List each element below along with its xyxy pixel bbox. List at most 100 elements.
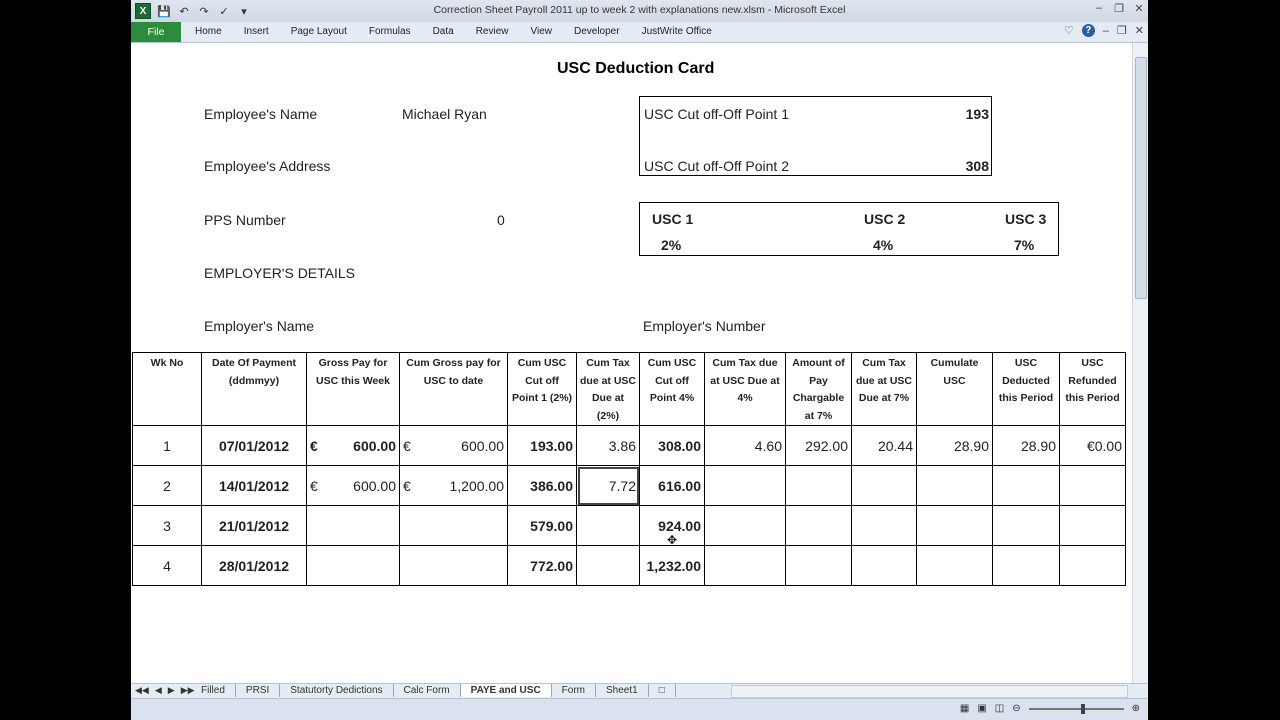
- header-deducted[interactable]: USC Deducted this Period: [992, 352, 1060, 426]
- header-gross-pay[interactable]: Gross Pay for USC this Week: [306, 352, 400, 426]
- cell-wk[interactable]: 2: [132, 465, 202, 506]
- cell-cut4[interactable]: 616.00: [639, 465, 705, 506]
- sheet-tab-calc-form[interactable]: Calc Form: [394, 684, 461, 697]
- cell-refunded[interactable]: [1059, 545, 1126, 586]
- cell-tax2-selected[interactable]: 7.72: [576, 465, 640, 506]
- cell-cum-usc[interactable]: 28.90: [916, 425, 993, 466]
- cell-cum-usc[interactable]: [916, 465, 993, 506]
- tab-page-layout[interactable]: Page Layout: [291, 22, 347, 42]
- cell-tax4[interactable]: 4.60: [704, 425, 786, 466]
- cell-date[interactable]: 07/01/2012: [201, 425, 307, 466]
- cell-cum-gross[interactable]: €1,200.00: [399, 465, 508, 506]
- help-icon[interactable]: ?: [1081, 24, 1095, 37]
- cell-tax7[interactable]: [851, 545, 917, 586]
- cell-deducted[interactable]: 28.90: [992, 425, 1060, 466]
- usc-3-rate[interactable]: 7%: [1014, 237, 1034, 253]
- cell-deducted[interactable]: [992, 545, 1060, 586]
- zoom-slider[interactable]: [1028, 703, 1124, 714]
- sheet-tab-form[interactable]: Form: [552, 684, 597, 697]
- cell-cum-usc[interactable]: [916, 505, 993, 546]
- cell-amt7[interactable]: [785, 545, 852, 586]
- sheet-tab-statutory[interactable]: Statutorty Dedictions: [280, 684, 394, 697]
- cell-tax7[interactable]: [851, 505, 917, 546]
- tab-file[interactable]: File: [131, 22, 181, 42]
- cell-deducted[interactable]: [992, 465, 1060, 506]
- cell-amt7[interactable]: [785, 465, 852, 506]
- cell-refunded[interactable]: €0.00: [1059, 425, 1126, 466]
- workbook-minimize-icon[interactable]: –: [1103, 25, 1109, 37]
- cell-gross[interactable]: €600.00: [306, 425, 400, 466]
- tab-review[interactable]: Review: [476, 22, 509, 42]
- cell-date[interactable]: 28/01/2012: [201, 545, 307, 586]
- cell-tax4[interactable]: [704, 505, 786, 546]
- sheet-tab-paye-usc[interactable]: PAYE and USC: [460, 684, 552, 697]
- header-wk-no[interactable]: Wk No: [132, 352, 202, 426]
- cutoff-2-value[interactable]: 308: [966, 158, 989, 174]
- cell-wk[interactable]: 4: [132, 545, 202, 586]
- cell-cum-usc[interactable]: [916, 545, 993, 586]
- cell-amt7[interactable]: [785, 505, 852, 546]
- vertical-scrollbar[interactable]: [1132, 43, 1148, 683]
- cutoff-1-value[interactable]: 193: [966, 106, 989, 122]
- header-cut1[interactable]: Cum USC Cut off Point 1 (2%): [507, 352, 577, 426]
- tab-justwrite-office[interactable]: JustWrite Office: [642, 22, 712, 42]
- page-layout-view-icon[interactable]: ▣: [977, 703, 986, 714]
- cell-wk[interactable]: 1: [132, 425, 202, 466]
- header-tax2[interactable]: Cum Tax due at USC Due at (2%): [576, 352, 640, 426]
- zoom-slider-knob[interactable]: [1080, 703, 1085, 714]
- employee-name-value[interactable]: Michael Ryan: [402, 106, 487, 122]
- cell-tax7[interactable]: 20.44: [851, 425, 917, 466]
- minimize-icon[interactable]: –: [1092, 2, 1106, 15]
- sheet-tab-prsi[interactable]: PRSI: [236, 684, 281, 697]
- workbook-restore-icon[interactable]: ❐: [1117, 24, 1127, 37]
- next-sheet-icon[interactable]: ▶: [168, 685, 175, 696]
- cell-tax4[interactable]: [704, 545, 786, 586]
- cell-cum-gross[interactable]: €600.00: [399, 425, 508, 466]
- sheet-tab-filled[interactable]: Filled: [191, 684, 236, 697]
- cell-wk[interactable]: 3: [132, 505, 202, 546]
- sheet-tab-sheet1[interactable]: Sheet1: [596, 684, 649, 697]
- header-refunded[interactable]: USC Refunded this Period: [1059, 352, 1126, 426]
- header-tax4[interactable]: Cum Tax due at USC Due at 4%: [704, 352, 786, 426]
- tab-view[interactable]: View: [530, 22, 552, 42]
- cell-cum-gross[interactable]: [399, 505, 508, 546]
- cell-deducted[interactable]: [992, 505, 1060, 546]
- cell-date[interactable]: 14/01/2012: [201, 465, 307, 506]
- cell-amt7[interactable]: 292.00: [785, 425, 852, 466]
- pps-number-value[interactable]: 0: [497, 212, 505, 228]
- prev-sheet-icon[interactable]: ◀: [155, 685, 162, 696]
- cell-cut1[interactable]: 193.00: [507, 425, 577, 466]
- zoom-out-icon[interactable]: ⊖: [1012, 703, 1020, 714]
- cell-refunded[interactable]: [1059, 505, 1126, 546]
- usc-2-rate[interactable]: 4%: [873, 237, 893, 253]
- cell-gross[interactable]: €600.00: [306, 465, 400, 506]
- page-break-view-icon[interactable]: ◫: [995, 703, 1004, 714]
- header-cum-gross[interactable]: Cum Gross pay for USC to date: [399, 352, 508, 426]
- cell-tax7[interactable]: [851, 465, 917, 506]
- tab-formulas[interactable]: Formulas: [369, 22, 411, 42]
- first-sheet-icon[interactable]: ◀◀: [135, 685, 149, 696]
- worksheet[interactable]: USC Deduction Card Employee's Name Micha…: [131, 43, 1133, 683]
- cell-tax2[interactable]: [576, 505, 640, 546]
- minimize-ribbon-icon[interactable]: ♡: [1064, 24, 1074, 37]
- restore-icon[interactable]: ❐: [1112, 2, 1126, 15]
- insert-sheet-icon[interactable]: □: [649, 684, 676, 697]
- cell-gross[interactable]: [306, 545, 400, 586]
- header-amt7[interactable]: Amount of Pay Chargable at 7%: [785, 352, 852, 426]
- close-icon[interactable]: ✕: [1132, 2, 1146, 15]
- zoom-in-icon[interactable]: ⊕: [1132, 703, 1140, 714]
- usc-1-rate[interactable]: 2%: [661, 237, 681, 253]
- tab-insert[interactable]: Insert: [244, 22, 269, 42]
- header-tax7[interactable]: Cum Tax due at USC Due at 7%: [851, 352, 917, 426]
- cell-cut1[interactable]: 386.00: [507, 465, 577, 506]
- cell-date[interactable]: 21/01/2012: [201, 505, 307, 546]
- cell-cut4[interactable]: 308.00: [639, 425, 705, 466]
- header-cut4[interactable]: Cum USC Cut off Point 4%: [639, 352, 705, 426]
- header-date[interactable]: Date Of Payment (ddmmyy): [201, 352, 307, 426]
- cell-tax2[interactable]: [576, 545, 640, 586]
- tab-home[interactable]: Home: [195, 22, 222, 42]
- cell-tax2[interactable]: 3.86: [576, 425, 640, 466]
- cell-tax4[interactable]: [704, 465, 786, 506]
- horizontal-scrollbar[interactable]: [731, 685, 1128, 698]
- tab-data[interactable]: Data: [433, 22, 454, 42]
